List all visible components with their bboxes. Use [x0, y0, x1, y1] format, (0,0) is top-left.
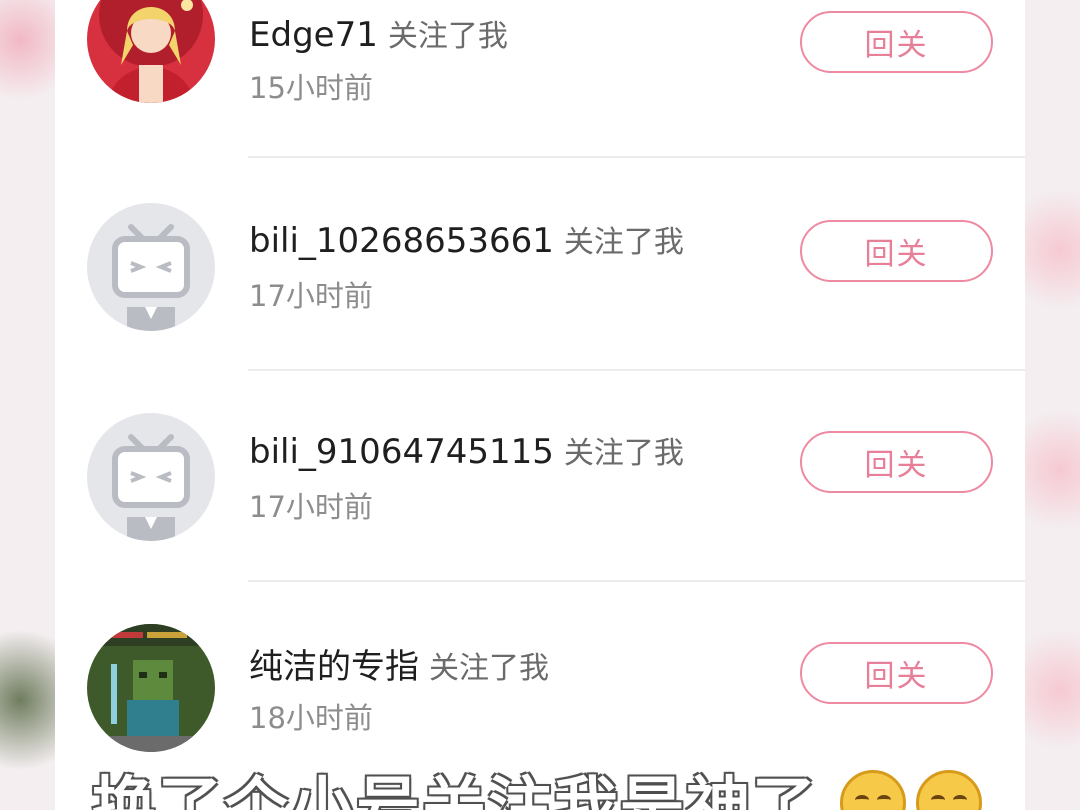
follow-action-text: 关注了我 — [563, 225, 684, 260]
name-line: 纯洁的专指 关注了我 — [249, 639, 549, 688]
timestamp: 17小时前 — [249, 279, 373, 313]
name-line: bili_10268653661 关注了我 — [249, 217, 684, 261]
follow-back-button[interactable]: 回关 — [800, 431, 993, 493]
follow-back-button[interactable]: 回关 — [800, 11, 993, 73]
avatar[interactable] — [87, 203, 215, 331]
name-line: bili_91064745115 关注了我 — [249, 428, 684, 472]
anime-girl-avatar-icon — [87, 0, 215, 103]
follower-list: Edge71 关注了我 15小时前 回关 bili_10268653661 关注了我… — [55, 0, 1025, 810]
username[interactable]: Edge71 — [249, 15, 378, 55]
video-caption: 换了个小号关注我是神了 — [92, 771, 818, 810]
follow-back-button[interactable]: 回关 — [800, 220, 993, 282]
list-item[interactable]: Edge71 关注了我 15小时前 回关 — [55, 0, 1025, 158]
follow-action-text: 关注了我 — [563, 436, 684, 471]
avatar[interactable] — [87, 0, 215, 103]
follow-back-button[interactable]: 回关 — [800, 642, 993, 704]
name-line: Edge71 关注了我 — [249, 11, 508, 55]
bilibili-tv-icon — [87, 413, 215, 541]
minecraft-zombie-icon — [87, 624, 215, 752]
list-item[interactable]: bili_91064745115 关注了我 17小时前 回关 — [55, 371, 1025, 582]
bilibili-tv-icon — [87, 203, 215, 331]
timestamp: 17小时前 — [249, 490, 373, 524]
username[interactable]: bili_91064745115 — [249, 432, 554, 472]
avatar[interactable] — [87, 413, 215, 541]
avatar[interactable] — [87, 624, 215, 752]
timestamp: 18小时前 — [249, 701, 373, 735]
username[interactable]: 纯洁的专指 — [249, 647, 419, 687]
follow-action-text: 关注了我 — [387, 19, 508, 54]
divider — [248, 156, 1025, 158]
follow-action-text: 关注了我 — [429, 651, 549, 686]
list-item[interactable]: bili_10268653661 关注了我 17小时前 回关 — [55, 160, 1025, 371]
timestamp: 15小时前 — [249, 71, 373, 105]
username[interactable]: bili_10268653661 — [249, 221, 554, 261]
